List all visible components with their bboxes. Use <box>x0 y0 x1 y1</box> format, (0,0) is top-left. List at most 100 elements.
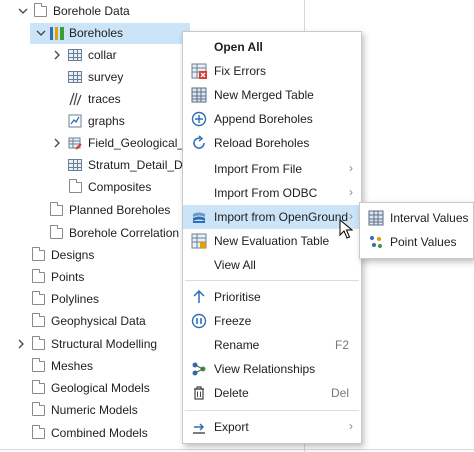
tree-item-label: Composites <box>88 180 152 194</box>
append-icon <box>191 111 207 127</box>
menu-item-freeze[interactable]: Freeze <box>183 309 361 333</box>
tree-item-label: graphs <box>88 114 125 128</box>
menu-item-label: Export <box>214 420 249 434</box>
chevron-down-icon[interactable] <box>36 28 46 38</box>
folder-icon <box>32 268 45 283</box>
menu-item-import-from-openground[interactable]: Import from OpenGround › <box>183 205 361 229</box>
menu-item-label: Prioritise <box>214 290 261 304</box>
folder-icon <box>50 201 63 216</box>
menu-item-label: View Relationships <box>214 362 316 376</box>
menu-item-fix-errors[interactable]: Fix Errors <box>183 59 361 83</box>
menu-item-prioritise[interactable]: Prioritise <box>183 285 361 309</box>
menu-item-reload-boreholes[interactable]: Reload Boreholes <box>183 131 361 155</box>
menu-item-rename[interactable]: Rename F2 <box>183 333 361 357</box>
folder-icon <box>32 335 45 350</box>
menu-separator <box>185 280 359 281</box>
tree-item-label: Geophysical Data <box>51 314 146 328</box>
tree-item-label: Planned Boreholes <box>69 203 171 217</box>
folder-icon <box>32 424 45 439</box>
tree-item-label: Stratum_Detail_Des <box>88 158 196 172</box>
menu-item-view-all[interactable]: View All <box>183 253 361 277</box>
fix-errors-icon <box>191 63 207 79</box>
menu-item-label: Import From File <box>214 162 303 176</box>
table-icon <box>68 71 82 83</box>
table-edit-icon <box>68 136 82 150</box>
arrow-up-icon <box>191 289 207 305</box>
shortcut-label: Del <box>330 386 349 400</box>
menu-item-label: Fix Errors <box>214 64 266 78</box>
chevron-right-icon[interactable] <box>52 50 62 60</box>
submenu-item-interval-values[interactable]: Interval Values <box>360 206 473 230</box>
menu-item-label: View All <box>214 258 256 272</box>
menu-item-delete[interactable]: Delete Del <box>183 381 361 405</box>
chevron-right-icon[interactable] <box>16 339 26 349</box>
tree-item-label: Combined Models <box>51 426 148 440</box>
interval-table-icon <box>368 210 384 226</box>
chevron-right-icon: › <box>349 419 353 433</box>
menu-item-new-evaluation-table[interactable]: New Evaluation Table <box>183 229 361 253</box>
menu-item-new-merged-table[interactable]: New Merged Table <box>183 83 361 107</box>
submenu-item-label: Point Values <box>390 235 457 249</box>
tree-item-label: Boreholes <box>69 26 124 40</box>
submenu-item-point-values[interactable]: Point Values <box>360 230 473 254</box>
table-icon <box>68 49 82 61</box>
menu-item-label: Delete <box>214 386 249 400</box>
mouse-cursor-icon <box>339 218 354 239</box>
menu-item-label: Rename <box>214 338 260 352</box>
tree-item-label: Meshes <box>51 359 94 373</box>
traces-icon <box>68 92 82 106</box>
tree-item-label: Geological Models <box>51 381 150 395</box>
menu-item-import-from-file[interactable]: Import From File › <box>183 157 361 181</box>
trash-icon <box>191 385 207 401</box>
tree-item-borehole-data[interactable]: Borehole Data <box>0 0 304 22</box>
pause-icon <box>191 313 207 329</box>
export-icon <box>191 419 207 435</box>
chevron-down-icon[interactable] <box>18 6 28 16</box>
menu-separator <box>185 410 359 411</box>
menu-item-label: Open All <box>214 40 263 54</box>
pane-divider <box>0 449 474 450</box>
menu-item-label: Import from OpenGround <box>214 210 349 224</box>
table-icon <box>68 159 82 171</box>
folder-icon <box>34 2 47 17</box>
menu-item-open-all[interactable]: Open All <box>183 35 361 59</box>
chevron-right-icon: › <box>349 161 353 175</box>
relationships-icon <box>191 361 207 377</box>
tree-item-label: Borehole Correlation <box>69 226 180 240</box>
shortcut-label: F2 <box>334 338 349 352</box>
tree-item-label: survey <box>88 70 124 84</box>
context-menu: Open All Fix Errors New Merged Table App… <box>182 31 362 444</box>
menu-item-label: Freeze <box>214 314 252 328</box>
tree-item-label: collar <box>88 48 117 62</box>
tree-item-label: traces <box>88 92 121 106</box>
menu-item-append-boreholes[interactable]: Append Boreholes <box>183 107 361 131</box>
tree-item-label: Borehole Data <box>53 4 130 18</box>
reload-icon <box>191 135 207 151</box>
folder-icon <box>32 357 45 372</box>
menu-item-import-from-odbc[interactable]: Import From ODBC › <box>183 181 361 205</box>
folder-icon <box>32 401 45 416</box>
points-icon <box>368 234 384 250</box>
chevron-right-icon: › <box>349 185 353 199</box>
merged-table-icon <box>191 87 207 103</box>
folder-icon <box>32 246 45 261</box>
menu-item-label: New Merged Table <box>214 88 314 102</box>
folder-icon <box>32 379 45 394</box>
tree-item-label: Numeric Models <box>51 403 138 417</box>
folder-icon <box>32 290 45 305</box>
tree-item-label: Designs <box>51 248 95 262</box>
menu-item-label: Append Boreholes <box>214 112 313 126</box>
evaluation-table-icon <box>191 233 207 249</box>
menu-item-export[interactable]: Export › <box>183 415 361 439</box>
menu-item-label: New Evaluation Table <box>214 234 330 248</box>
tree-item-label: Polylines <box>51 292 100 306</box>
menu-item-label: Reload Boreholes <box>214 136 310 150</box>
submenu-item-label: Interval Values <box>390 211 469 225</box>
menu-item-label: Import From ODBC <box>214 186 318 200</box>
chevron-right-icon[interactable] <box>52 138 62 148</box>
folder-icon <box>32 312 45 327</box>
menu-item-view-relationships[interactable]: View Relationships <box>183 357 361 381</box>
openground-icon <box>191 209 207 225</box>
graph-icon <box>68 114 82 128</box>
folder-icon <box>69 178 82 193</box>
